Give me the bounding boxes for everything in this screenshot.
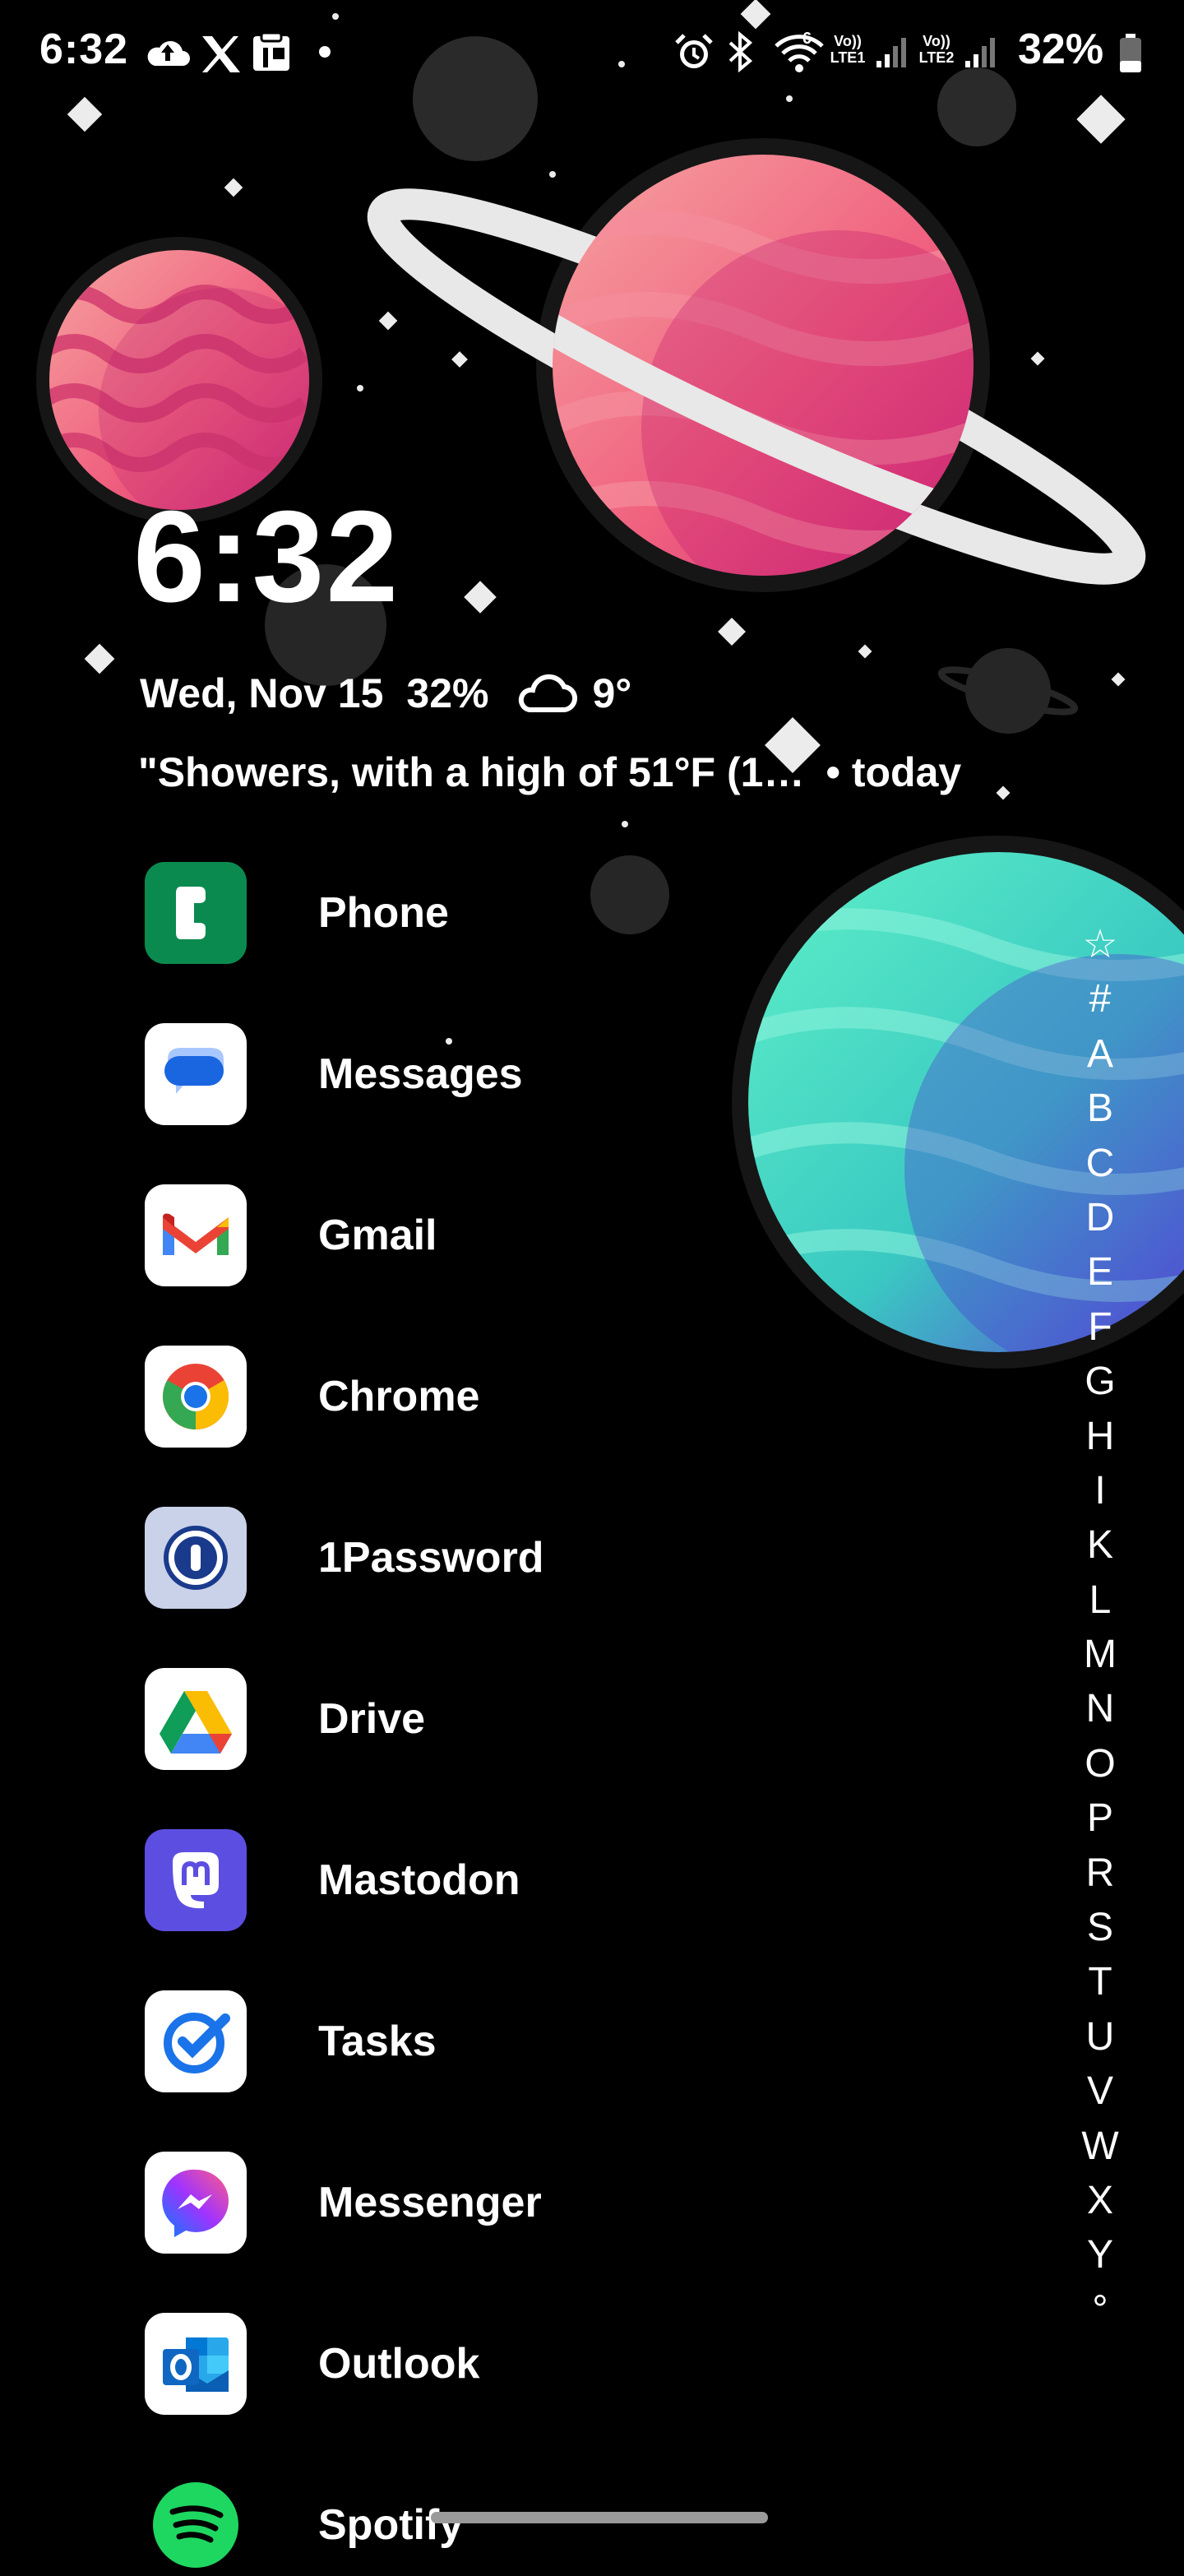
app-label: Outlook [318, 2340, 480, 2388]
alpha-index-b[interactable]: B [1077, 1082, 1123, 1136]
forecast-suffix: • today [826, 749, 962, 795]
mastodon-icon [145, 1829, 247, 1931]
alphabet-index[interactable]: ☆ # A B C D E F G H I K L M N O P R S T … [1077, 918, 1123, 2337]
chrome-icon [145, 1346, 247, 1448]
app-label: Tasks [318, 2018, 437, 2065]
forecast-text: "Showers, with a high of 51°F (1… [138, 749, 805, 795]
alpha-index-x[interactable]: X [1077, 2174, 1123, 2228]
phone-icon [145, 862, 247, 964]
alpha-index-d[interactable]: D [1077, 1191, 1123, 1245]
messenger-icon [145, 2152, 247, 2254]
signal-icon [965, 38, 995, 67]
alpha-index-p[interactable]: P [1077, 1791, 1123, 1846]
alpha-index-g[interactable]: G [1077, 1355, 1123, 1409]
alpha-index-hash[interactable]: # [1077, 972, 1123, 1026]
weather-temp-text: 9° [592, 670, 632, 716]
alpha-index-m[interactable]: M [1077, 1628, 1123, 1682]
status-battery-percent: 32% [1018, 25, 1104, 73]
app-row-mastodon[interactable]: Mastodon [145, 1829, 1016, 1931]
app-label: Phone [318, 889, 449, 937]
wifi-icon [775, 35, 824, 72]
alpha-index-f[interactable]: F [1077, 1300, 1123, 1355]
alpha-index-o[interactable]: O [1077, 1737, 1123, 1791]
sim1-volte-label: Vo)) LTE1 [830, 33, 866, 66]
alpha-index-l[interactable]: L [1077, 1573, 1123, 1628]
alpha-index-other[interactable]: ° [1077, 2283, 1123, 2337]
alpha-index-v[interactable]: V [1077, 2064, 1123, 2119]
big-ringed-planet [367, 138, 1146, 592]
app-label: Drive [318, 1695, 426, 1743]
app-label: Messenger [318, 2179, 542, 2226]
spotify-icon [145, 2474, 247, 2576]
alpha-index-r[interactable]: R [1077, 1846, 1123, 1901]
app-row-drive[interactable]: Drive [145, 1668, 1016, 1770]
cloud-icon [519, 674, 578, 713]
cloud-upload-icon [147, 40, 190, 66]
alpha-index-n[interactable]: N [1077, 1682, 1123, 1736]
alpha-index-e[interactable]: E [1077, 1245, 1123, 1300]
forecast-row[interactable]: "Showers, with a high of 51°F (1… • toda… [138, 744, 961, 801]
app-row-spotify[interactable]: Spotify [145, 2474, 1016, 2576]
app-label: 1Password [318, 1534, 544, 1582]
app-label: Mastodon [318, 1856, 520, 1904]
app-row-messenger[interactable]: Messenger [145, 2152, 1016, 2254]
app-row-messages[interactable]: Messages [145, 1023, 1016, 1125]
app-label: Gmail [318, 1212, 437, 1259]
alpha-index-favorites[interactable]: ☆ [1077, 918, 1123, 972]
messages-icon [145, 1023, 247, 1125]
battery-percent-text: 32% [406, 670, 489, 716]
app-row-outlook[interactable]: Outlook [145, 2313, 1016, 2415]
wifi-standard-label: 6 [802, 30, 812, 48]
alpha-index-u[interactable]: U [1077, 2010, 1123, 2064]
alpha-index-a[interactable]: A [1077, 1027, 1123, 1082]
x-icon [202, 36, 240, 72]
gesture-nav-handle[interactable] [431, 2512, 768, 2523]
drive-icon [145, 1668, 247, 1770]
tasks-icon [145, 1990, 247, 2092]
app-row-1password[interactable]: 1Password [145, 1507, 1016, 1609]
app-label: Spotify [318, 2501, 464, 2549]
notification-dot-icon [319, 46, 331, 58]
alpha-index-c[interactable]: C [1077, 1137, 1123, 1191]
app-label: Messages [318, 1050, 523, 1098]
alarm-icon [675, 34, 713, 68]
signal-icon [876, 38, 906, 67]
status-bar: 6:32 6 Vo)) LTE1 Vo)) LTE2 32% [0, 0, 1184, 107]
app-label: Chrome [318, 1373, 480, 1420]
home-clock[interactable]: 6:32 [133, 487, 400, 627]
status-time: 6:32 [39, 25, 129, 73]
alpha-index-w[interactable]: W [1077, 2120, 1123, 2174]
alpha-index-i[interactable]: I [1077, 1464, 1123, 1518]
sim2-volte-label: Vo)) LTE2 [918, 33, 955, 66]
app-row-gmail[interactable]: Gmail [145, 1184, 1016, 1286]
alpha-index-y[interactable]: Y [1077, 2228, 1123, 2282]
alpha-index-k[interactable]: K [1077, 1518, 1123, 1573]
app-row-chrome[interactable]: Chrome [145, 1346, 1016, 1448]
alpha-index-h[interactable]: H [1077, 1410, 1123, 1464]
gmail-icon [145, 1184, 247, 1286]
date-battery-weather-row[interactable]: Wed, Nov 15 32% 9° [140, 665, 631, 722]
date-text: Wed, Nov 15 [140, 670, 384, 716]
bluetooth-icon [728, 31, 753, 72]
app-row-tasks[interactable]: Tasks [145, 1990, 1016, 2092]
onepassword-icon [145, 1507, 247, 1609]
ringed-moon-shape [937, 648, 1079, 734]
alpha-index-s[interactable]: S [1077, 1901, 1123, 1955]
outlook-icon [145, 2313, 247, 2415]
battery-icon [1120, 34, 1141, 72]
clipboard-icon [253, 31, 289, 71]
app-row-phone[interactable]: Phone [145, 862, 1016, 964]
alpha-index-t[interactable]: T [1077, 1955, 1123, 2009]
